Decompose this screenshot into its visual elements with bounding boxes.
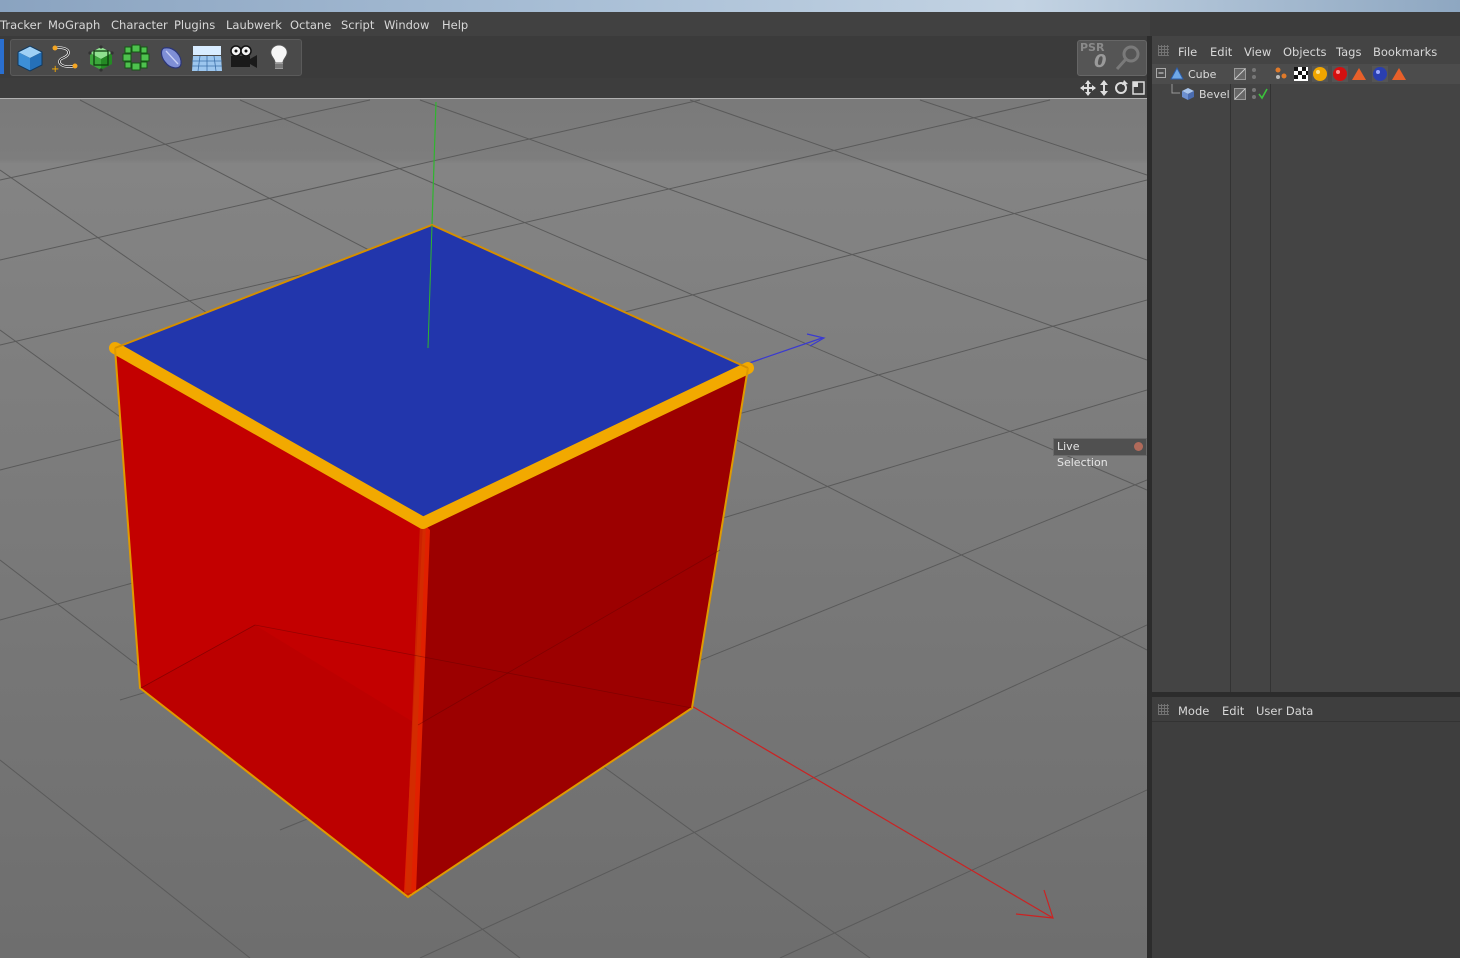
menu-plugins[interactable]: Plugins — [174, 18, 215, 32]
checker-tag-icon[interactable] — [1294, 67, 1308, 81]
magnifier-icon — [1115, 45, 1140, 71]
material-orange-icon[interactable] — [1312, 66, 1328, 82]
rotate-view-icon[interactable] — [1115, 80, 1128, 94]
window-title-bar — [0, 0, 1460, 12]
attribute-manager-menu: Mode Edit User Data — [1152, 699, 1460, 721]
divider — [1152, 721, 1460, 722]
object-name-bevel[interactable]: Bevel — [1199, 88, 1230, 101]
column-divider — [1230, 64, 1231, 692]
object-row-bevel[interactable]: Bevel — [1152, 84, 1460, 104]
enabled-check-icon[interactable] — [1258, 88, 1268, 100]
panel-grip-icon[interactable] — [1158, 45, 1169, 56]
camera-icon[interactable] — [227, 42, 259, 73]
column-divider — [1270, 64, 1271, 692]
menu-character[interactable]: Character — [111, 18, 168, 32]
object-tags — [1275, 66, 1406, 82]
object-manager-menu: File Edit View Objects Tags Bookmarks — [1152, 40, 1460, 62]
live-selection-hud[interactable]: Live Selection — [1053, 438, 1147, 469]
menu-octane[interactable]: Octane — [290, 18, 331, 32]
om-menu-view[interactable]: View — [1244, 45, 1271, 59]
subdivision-icon[interactable] — [85, 42, 117, 73]
collapse-toggle-icon[interactable] — [1156, 68, 1168, 80]
viewport-header — [0, 78, 1148, 99]
deformer-icon[interactable] — [156, 42, 188, 73]
cloner-icon[interactable] — [120, 42, 152, 73]
light-icon[interactable] — [263, 42, 295, 73]
am-menu-mode[interactable]: Mode — [1178, 704, 1209, 718]
object-tools-group: + — [10, 39, 302, 76]
main-menu-bar: Tracker MoGraph Character Plugins Laubwe… — [0, 12, 1150, 36]
om-menu-tags[interactable]: Tags — [1336, 45, 1361, 59]
attribute-manager: Mode Edit User Data — [1152, 697, 1460, 958]
menu-script[interactable]: Script — [341, 18, 374, 32]
menu-window[interactable]: Window — [384, 18, 429, 32]
psr-value: 0 — [1094, 51, 1107, 72]
om-menu-bookmarks[interactable]: Bookmarks — [1373, 45, 1437, 59]
hierarchy-line — [1171, 84, 1180, 94]
om-menu-objects[interactable]: Objects — [1283, 45, 1326, 59]
am-menu-edit[interactable]: Edit — [1222, 704, 1244, 718]
menu-laubwerk[interactable]: Laubwerk — [226, 18, 282, 32]
maximize-view-icon[interactable] — [1132, 81, 1145, 95]
floor-icon[interactable] — [191, 42, 223, 73]
object-name-cube[interactable]: Cube — [1188, 68, 1216, 81]
zoom-view-icon[interactable] — [1100, 80, 1108, 96]
main-toolbar: + PSR 0 — [0, 36, 1150, 78]
phong-tag-icon[interactable] — [1392, 68, 1406, 80]
object-manager: File Edit View Objects Tags Bookmarks Cu… — [1152, 36, 1460, 692]
cube-icon[interactable] — [14, 42, 46, 73]
layer-icon[interactable] — [1234, 88, 1246, 100]
pen-spline-icon[interactable]: + — [49, 42, 81, 75]
om-menu-edit[interactable]: Edit — [1210, 45, 1232, 59]
panel-grip-icon[interactable] — [1158, 704, 1169, 715]
am-menu-user-data[interactable]: User Data — [1256, 704, 1313, 718]
texture-tag-icon[interactable] — [1275, 67, 1287, 80]
live-selection-label: Live Selection — [1057, 440, 1108, 469]
object-list: Cube Bevel — [1152, 64, 1460, 692]
svg-text:+: + — [51, 64, 59, 73]
layer-icon[interactable] — [1234, 68, 1246, 80]
menu-help[interactable]: Help — [442, 18, 468, 32]
object-row-cube[interactable]: Cube — [1152, 64, 1460, 84]
material-red-icon[interactable] — [1332, 66, 1348, 82]
menu-tracker[interactable]: Tracker — [0, 18, 42, 32]
menu-mograph[interactable]: MoGraph — [48, 18, 100, 32]
3d-viewport[interactable]: Live Selection — [0, 99, 1147, 958]
cube-object-icon — [1170, 67, 1184, 80]
viewport-scene — [0, 99, 1147, 958]
hud-close-icon[interactable] — [1134, 442, 1143, 451]
toolbar-edge — [0, 39, 4, 74]
phong-tag-icon[interactable] — [1352, 68, 1366, 80]
om-menu-file[interactable]: File — [1178, 45, 1197, 59]
move-view-icon[interactable] — [1080, 80, 1096, 96]
visibility-dots-icon[interactable] — [1250, 87, 1258, 101]
bevel-deformer-icon — [1182, 88, 1194, 100]
psr-toggle[interactable]: PSR 0 — [1077, 40, 1147, 76]
visibility-dots-icon[interactable] — [1250, 67, 1258, 81]
material-blue-icon[interactable] — [1372, 66, 1388, 82]
